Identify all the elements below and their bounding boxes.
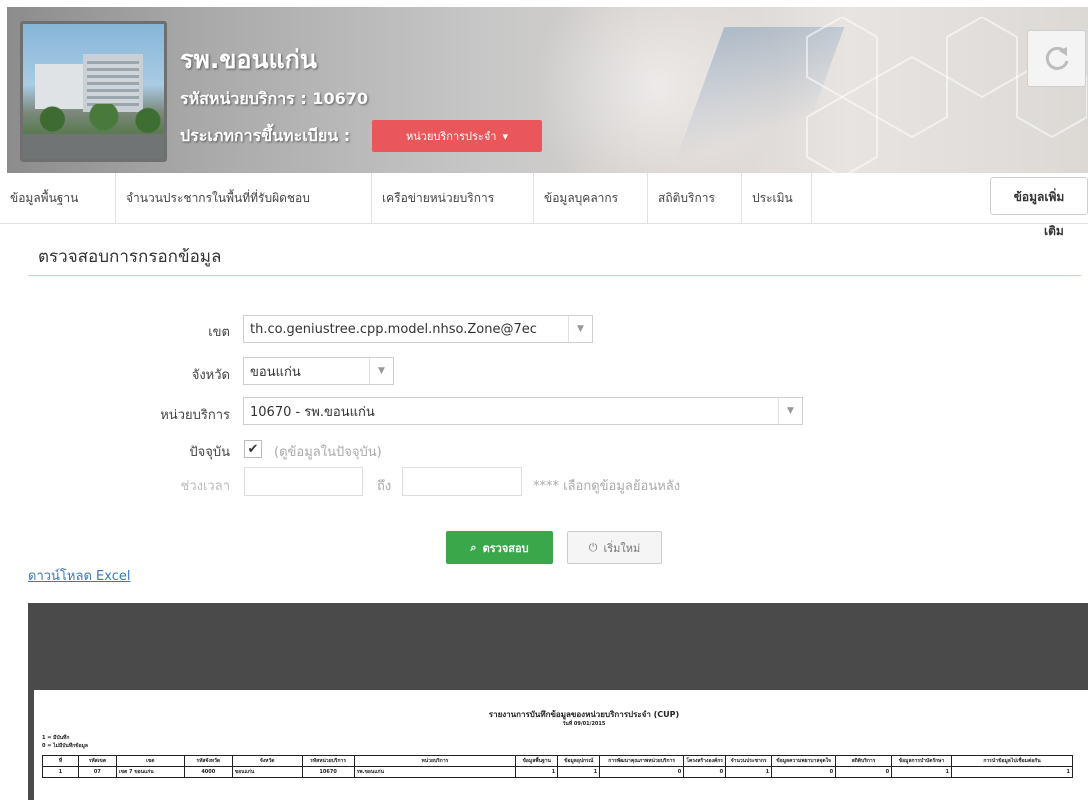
header-banner [7, 7, 1088, 173]
table-row: 1 07 เขต 7 ขอนแก่น 4000 ขอนแก่น 10670 รพ… [42, 766, 1073, 778]
check-button-label: ตรวจสอบ [482, 541, 529, 555]
nav-item-population[interactable]: จำนวนประชากรในพื้นที่ที่รับผิดชอบ [116, 173, 372, 224]
power-icon: ⏻ [588, 540, 598, 554]
registration-type-dropdown[interactable]: หน่วยบริการประจำ ▾ [372, 120, 542, 152]
report-col-header: หน่วยบริการ [353, 755, 517, 767]
report-cell: 4000 [183, 766, 233, 778]
report-cell: 1 [951, 766, 1073, 778]
report-legend-not-recorded: 0 = ไม่มีบันทึกข้อมูล [42, 743, 88, 749]
report-col-header: สถิติบริการ [835, 755, 893, 767]
hospital-name: รพ.ขอนแก่น [180, 45, 317, 74]
report-cell: 0 [599, 766, 685, 778]
report-cell: 1 [557, 766, 601, 778]
report-cell: 1 [725, 766, 773, 778]
report-cell: 0 [771, 766, 837, 778]
download-excel-link[interactable]: ดาวน์โหลด Excel [28, 565, 130, 586]
refresh-button[interactable] [1027, 30, 1086, 87]
current-checkbox[interactable]: ✔ [244, 440, 262, 458]
report-date: วันที่ 09/01/2015 [562, 721, 606, 727]
report-page [34, 690, 1088, 800]
report-cell: 1 [42, 766, 79, 778]
nav-item-label: ประเมิน [752, 191, 793, 205]
more-info-button-overflow: เติม [1044, 224, 1064, 238]
unit-value: 10670 - รพ.ขอนแก่น [250, 404, 375, 420]
nav-item-basic-info[interactable]: ข้อมูลพื้นฐาน [0, 173, 116, 224]
nav-item-assessment[interactable]: ประเมิน [742, 173, 812, 224]
nav-item-label: ข้อมูลบุคลากร [544, 191, 619, 205]
report-col-header: ที่ [42, 755, 79, 767]
report-cell: เขต 7 ขอนแก่น [115, 766, 185, 778]
report-cell: 0 [835, 766, 893, 778]
reset-button-label: เริ่มใหม่ [603, 541, 641, 555]
report-col-header: การนำข้อมูลไปเชื่อมต่อกัน [951, 755, 1073, 767]
report-cell: 1 [891, 766, 953, 778]
report-col-header: รหัสจังหวัด [183, 755, 233, 767]
zone-label: เขต [208, 325, 230, 340]
period-label: ช่วงเวลา [180, 479, 230, 494]
report-col-header: จังหวัด [231, 755, 303, 767]
report-table: ที่ รหัสเขต เขต รหัสจังหวัด จังหวัด รหัส… [42, 755, 1073, 778]
period-end-input[interactable] [402, 467, 522, 496]
registration-type-value: หน่วยบริการประจำ [406, 130, 497, 143]
hospital-photo [20, 21, 167, 162]
nav-item-label: สถิติบริการ [658, 191, 715, 205]
more-info-button[interactable]: ข้อมูลเพิ่ม [990, 177, 1088, 215]
check-button[interactable]: ⌕ ตรวจสอบ [446, 531, 553, 564]
chevron-down-icon: ▼ [568, 316, 592, 342]
nav-item-label: จำนวนประชากรในพื้นที่ที่รับผิดชอบ [126, 191, 310, 205]
province-label: จังหวัด [191, 368, 230, 383]
report-legend-recorded: 1 = มีบันทึก [42, 735, 70, 741]
report-cell: ขอนแก่น [231, 766, 303, 778]
refresh-icon [1045, 46, 1068, 70]
to-label: ถึง [377, 479, 392, 494]
nav-item-label: ข้อมูลพื้นฐาน [10, 191, 79, 205]
main-nav: ข้อมูลพื้นฐาน จำนวนประชากรในพื้นที่ที่รั… [0, 173, 1088, 224]
search-icon: ⌕ [470, 540, 477, 554]
registration-type-label: ประเภทการขึ้นทะเบียน : [180, 126, 351, 145]
reset-button[interactable]: ⏻ เริ่มใหม่ [567, 531, 662, 564]
zone-select[interactable]: th.co.geniustree.cpp.model.nhso.Zone@7ec… [243, 315, 593, 343]
report-cell: 07 [77, 766, 117, 778]
report-col-header: ข้อมูลความพยาบาลจุดใจ [771, 755, 837, 767]
nav-item-network[interactable]: เครือข่ายหน่วยบริการ [372, 173, 534, 224]
page-title: ตรวจสอบการกรอกข้อมูล [38, 247, 222, 267]
report-col-header: ข้อมูลพื้นฐาน [515, 755, 559, 767]
current-hint: (ดูข้อมูลในปัจจุบัน) [274, 445, 382, 460]
caret-down-icon: ▾ [502, 129, 508, 143]
report-col-header: ข้อมูลอุปกรณ์ [557, 755, 601, 767]
period-start-input[interactable] [244, 467, 363, 496]
unit-select[interactable]: 10670 - รพ.ขอนแก่น ▼ [243, 397, 803, 425]
report-header-row: ที่ รหัสเขต เขต รหัสจังหวัด จังหวัด รหัส… [42, 755, 1073, 767]
report-cell: 0 [683, 766, 727, 778]
current-label: ปัจจุบัน [189, 445, 230, 460]
report-col-header: รหัสเขต [77, 755, 117, 767]
report-col-header: ข้อมูลการบำบัดรักษา [891, 755, 953, 767]
section-divider [28, 275, 1081, 276]
nav-item-label: เครือข่ายหน่วยบริการ [382, 191, 495, 205]
nav-item-statistics[interactable]: สถิติบริการ [648, 173, 742, 224]
report-cell: รพ.ขอนแก่น [353, 766, 517, 778]
province-value: ขอนแก่น [250, 364, 301, 380]
report-col-header: รหัสหน่วยบริการ [301, 755, 355, 767]
report-cell: 1 [515, 766, 559, 778]
unit-label: หน่วยบริการ [160, 408, 230, 423]
zone-value: th.co.geniustree.cpp.model.nhso.Zone@7ec [250, 321, 537, 337]
report-col-header: โครงสร้างองค์กร [683, 755, 727, 767]
chevron-down-icon: ▼ [778, 398, 802, 424]
report-col-header: การพัฒนาคุณภาพหน่วยบริการ [599, 755, 685, 767]
chevron-down-icon: ▼ [369, 358, 393, 384]
nav-item-personnel[interactable]: ข้อมูลบุคลากร [534, 173, 648, 224]
period-hint: **** เลือกดูข้อมูลย้อนหลัง [533, 479, 681, 494]
province-select[interactable]: ขอนแก่น ▼ [243, 357, 394, 385]
report-cell: 10670 [301, 766, 355, 778]
report-col-header: จำนวนประชากร [725, 755, 773, 767]
report-col-header: เขต [115, 755, 185, 767]
check-icon: ✔ [247, 441, 259, 457]
service-code: รหัสหน่วยบริการ : 10670 [180, 89, 368, 108]
